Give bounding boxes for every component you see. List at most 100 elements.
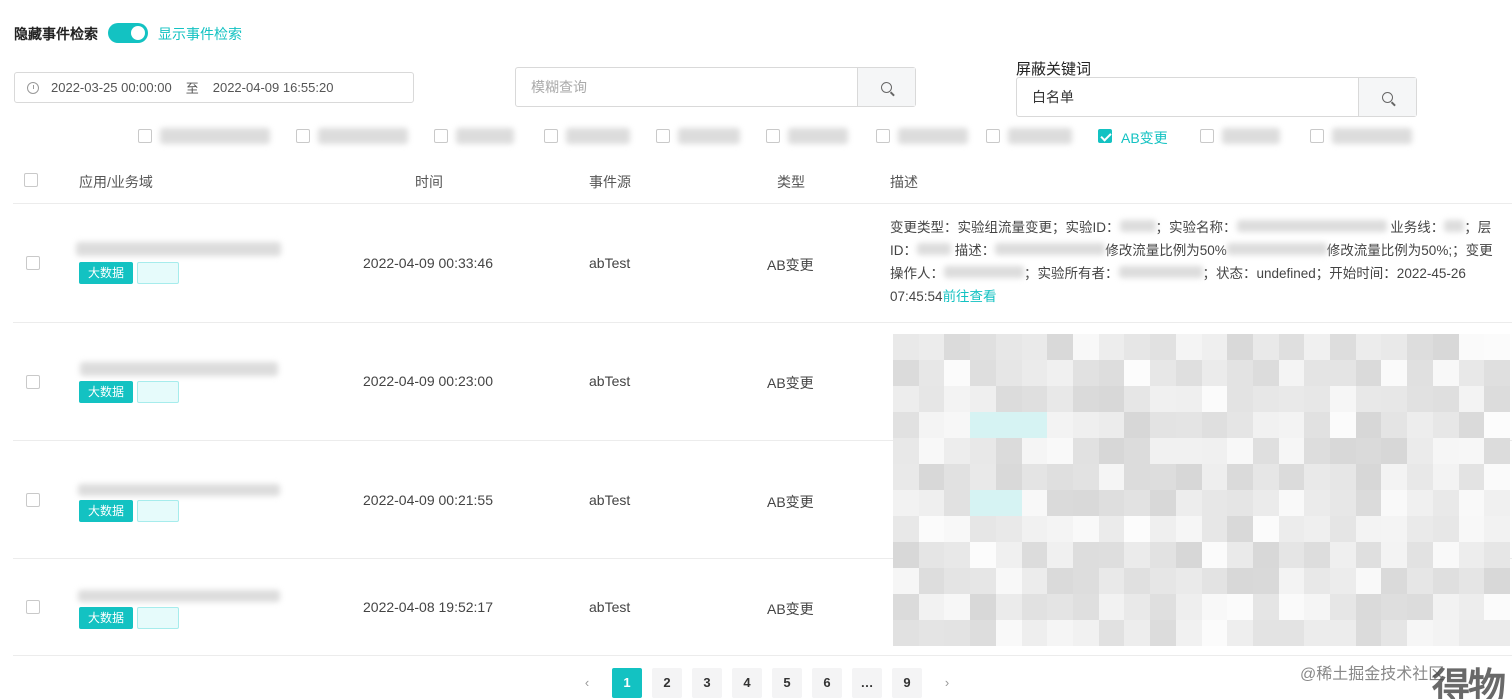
row-checkbox[interactable]	[26, 493, 40, 510]
blurred-filter-label	[1332, 128, 1412, 144]
cell-type: AB变更	[767, 494, 814, 510]
desc-part: 业务线：	[1390, 220, 1445, 235]
search-icon	[881, 81, 892, 93]
filter-checkbox[interactable]	[138, 129, 152, 146]
tag-bigdata: 大数据	[79, 381, 134, 403]
mosaic-redaction	[893, 334, 1510, 646]
brand-mark: 得物	[1432, 667, 1506, 699]
page-button[interactable]: 5	[772, 668, 802, 698]
block-keywords-input[interactable]	[1017, 78, 1358, 116]
tag-blurred	[137, 607, 179, 629]
desc-part: 描述：	[954, 243, 996, 258]
date-separator: 至	[185, 81, 199, 96]
event-search-switch[interactable]	[108, 23, 148, 43]
desc-part: ；实验所有者：	[1024, 266, 1119, 281]
filter-checkbox[interactable]	[876, 129, 890, 146]
search-icon	[1382, 91, 1393, 103]
row-divider	[13, 655, 1512, 656]
toggle-label: 隐藏事件检索	[14, 26, 98, 42]
blurred-filter-label	[1222, 128, 1280, 144]
page-button[interactable]: 6	[812, 668, 842, 698]
filter-checkbox[interactable]	[656, 129, 670, 146]
cell-time: 2022-04-08 19:52:17	[363, 599, 493, 615]
filter-checkbox[interactable]	[544, 129, 558, 146]
cell-time: 2022-04-09 00:33:46	[363, 255, 493, 271]
header-desc: 描述	[890, 174, 918, 190]
header-source: 事件源	[589, 174, 631, 190]
date-start[interactable]: 2022-03-25 00:00:00	[51, 80, 172, 95]
site-watermark: @稀土掘金技术社区	[1300, 666, 1445, 683]
blurred-app-name	[76, 242, 281, 256]
tag-blurred	[137, 500, 179, 522]
filter-checkbox[interactable]	[986, 129, 1000, 146]
blurred-filter-label	[318, 128, 408, 144]
tag-blurred	[137, 262, 179, 284]
tag-bigdata: 大数据	[79, 500, 134, 522]
blurred-app-name	[78, 484, 280, 496]
tag-blurred	[137, 381, 179, 403]
cell-type: AB变更	[767, 257, 814, 273]
blurred-app-name	[80, 362, 278, 376]
header-app: 应用/业务域	[79, 174, 153, 190]
show-event-search-link[interactable]: 显示事件检索	[158, 24, 242, 44]
clock-icon	[27, 81, 39, 94]
desc-part: 修改流量比例为50%	[1105, 243, 1227, 258]
header-time: 时间	[415, 174, 443, 190]
row-checkbox[interactable]	[26, 600, 40, 617]
page-button[interactable]: 4	[732, 668, 762, 698]
page-button[interactable]: …	[852, 668, 882, 698]
row-checkbox[interactable]	[26, 256, 40, 273]
desc-part: ；实验名称：	[1155, 220, 1237, 235]
tag-bigdata: 大数据	[79, 607, 134, 629]
cell-type: AB变更	[767, 601, 814, 617]
pagination: ‹ 1 2 3 4 5 6 … 9 ›	[572, 668, 962, 698]
blurred-filter-label	[566, 128, 630, 144]
blurred-filter-label	[898, 128, 968, 144]
filter-checkbox[interactable]	[1200, 129, 1214, 146]
page-button[interactable]: 1	[612, 668, 642, 698]
page-button[interactable]: 9	[892, 668, 922, 698]
row-divider	[13, 322, 1512, 323]
switch-knob	[131, 26, 145, 40]
filter-checkbox[interactable]	[434, 129, 448, 146]
cell-time: 2022-04-09 00:21:55	[363, 492, 493, 508]
view-link[interactable]: 前往查看	[943, 289, 997, 304]
filter-checkbox[interactable]	[1310, 129, 1324, 146]
cell-source: abTest	[589, 599, 631, 615]
next-page-button[interactable]: ›	[932, 668, 962, 698]
cell-time: 2022-04-09 00:23:00	[363, 373, 493, 389]
block-keywords-search-button[interactable]	[1358, 78, 1416, 116]
page-button[interactable]: 2	[652, 668, 682, 698]
date-end[interactable]: 2022-04-09 16:55:20	[213, 80, 334, 95]
cell-source: abTest	[589, 255, 631, 271]
filter-checkbox[interactable]	[296, 129, 310, 146]
filter-label-ab[interactable]: AB变更	[1121, 128, 1168, 148]
desc-part: 变更类型：实验组流量变更；实验ID：	[890, 220, 1120, 235]
blurred-filter-label	[160, 128, 270, 144]
checkmark-icon	[1098, 129, 1112, 143]
row-checkbox[interactable]	[26, 375, 40, 392]
blurred-filter-label	[788, 128, 848, 144]
table-header: 应用/业务域 时间 事件源 类型 描述	[13, 158, 1512, 204]
fuzzy-search-box	[515, 67, 916, 107]
cell-type: AB变更	[767, 375, 814, 391]
date-range-picker[interactable]: 2022-03-25 00:00:00 至 2022-04-09 16:55:2…	[14, 72, 414, 103]
blurred-filter-label	[678, 128, 740, 144]
blurred-filter-label	[1008, 128, 1072, 144]
filter-checkbox-ab[interactable]	[1098, 129, 1112, 146]
prev-page-button[interactable]: ‹	[572, 668, 602, 698]
select-all-checkbox[interactable]	[24, 173, 38, 187]
cell-description: 变更类型：实验组流量变更；实验ID： ；实验名称： 业务线： ；层ID： 描述： 修改…	[890, 216, 1502, 308]
cell-source: abTest	[589, 492, 631, 508]
block-keywords-box	[1016, 77, 1417, 117]
blurred-app-name	[78, 590, 280, 602]
block-keywords-label: 屏蔽关键词	[1016, 61, 1092, 78]
fuzzy-search-input[interactable]	[516, 68, 857, 106]
cell-source: abTest	[589, 373, 631, 389]
blurred-filter-label	[456, 128, 514, 144]
tag-bigdata: 大数据	[79, 262, 134, 284]
filter-checkbox[interactable]	[766, 129, 780, 146]
header-type: 类型	[777, 174, 805, 190]
fuzzy-search-button[interactable]	[857, 68, 915, 106]
page-button[interactable]: 3	[692, 668, 722, 698]
